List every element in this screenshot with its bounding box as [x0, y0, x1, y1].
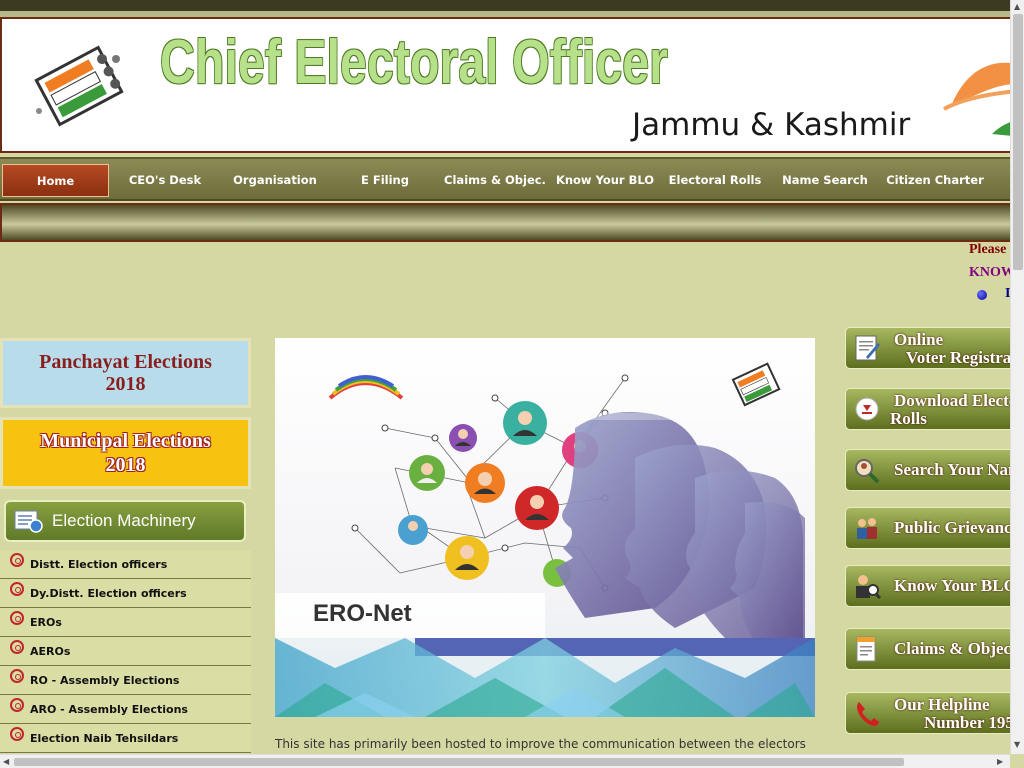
horizontal-scroll-thumb[interactable] [14, 758, 904, 766]
election-machinery-header: Election Machinery [4, 500, 246, 542]
top-strip [0, 0, 1010, 11]
site-title: Chief Electoral Officer [160, 28, 668, 97]
municipal-elections-banner[interactable]: Municipal Elections 2018 [0, 417, 251, 489]
bullet-icon [10, 669, 24, 683]
list-item[interactable]: ARO - Assembly Elections [0, 695, 251, 724]
municipal-banner-year: 2018 [105, 454, 146, 476]
election-machinery-title: Election Machinery [52, 511, 196, 530]
button-label-line2: Rolls [890, 409, 927, 428]
form-pen-icon [855, 335, 880, 361]
site-subtitle: Jammu & Kashmir [632, 107, 911, 143]
nav-home[interactable]: Home [2, 164, 109, 197]
button-label-line2: Number 1950 [924, 713, 1010, 732]
document-search-icon [14, 510, 43, 533]
public-grievances-button[interactable]: Public Grievances [845, 507, 1010, 549]
download-icon [855, 397, 879, 421]
vertical-scrollbar[interactable]: ▲ ▼ [1010, 0, 1024, 754]
site-header: Chief Electoral Officer Jammu & Kashmir [0, 17, 1010, 153]
online-voter-registration-button[interactable]: OnlineVoter Registration [845, 327, 1010, 369]
network-faces-illustration [275, 338, 815, 717]
claims-objections-button[interactable]: Claims & Objections [845, 628, 1010, 670]
bullet-icon [10, 640, 24, 654]
list-item[interactable]: EROs [0, 608, 251, 637]
list-item-label: RO - Assembly Elections [30, 673, 180, 687]
notice-panel: Please KNOW I [969, 242, 1011, 306]
flag-swirl-icon [943, 62, 1010, 136]
people-group-icon [857, 518, 877, 539]
nav-citizen-charter[interactable]: Citizen Charter [881, 164, 989, 197]
panchayat-elections-banner[interactable]: Panchayat Elections 2018 [0, 338, 251, 408]
button-label-line1: Search Your Name [894, 460, 1010, 479]
election-machinery-list: Distt. Election officers Dy.Distt. Elect… [0, 550, 251, 753]
intro-paragraph: This site has primarily been hosted to i… [275, 737, 806, 751]
button-label-line1: Download Electoral [894, 391, 1010, 410]
button-label-line1: Online [894, 330, 944, 349]
list-item[interactable]: Dy.Distt. Election officers [0, 579, 251, 608]
eci-logo-icon [34, 45, 124, 127]
bullet-icon [10, 698, 24, 712]
notice-please-text: Please [969, 242, 1007, 257]
scroll-right-icon[interactable]: ▶ [997, 757, 1003, 766]
button-label-line1: Claims & Objections [894, 639, 1010, 658]
list-item[interactable]: AEROs [0, 637, 251, 666]
nav-claims-objections[interactable]: Claims & Objec. [441, 164, 549, 197]
list-item[interactable]: Election Naib Tehsildars [0, 724, 251, 753]
panchayat-banner-year: 2018 [105, 373, 146, 395]
nav-ceos-desk[interactable]: CEO's Desk [112, 164, 218, 197]
helpline-button[interactable]: Our HelplineNumber 1950 [845, 692, 1010, 734]
list-item-label: EROs [30, 615, 62, 629]
list-item[interactable]: RO - Assembly Elections [0, 666, 251, 695]
search-your-name-button[interactable]: Search Your Name [845, 449, 1010, 491]
list-item-label: AEROs [30, 644, 71, 658]
know-your-blo-button[interactable]: Know Your BLO [845, 565, 1010, 607]
horizontal-scrollbar[interactable]: ◀ ▶ [0, 754, 1010, 768]
phone-icon [857, 702, 879, 726]
hero-caption: ERO-Net [313, 600, 412, 627]
scroll-up-icon[interactable]: ▲ [1014, 2, 1020, 11]
vertical-scroll-thumb[interactable] [1013, 14, 1023, 270]
download-electoral-rolls-button[interactable]: Download ElectoralRolls [845, 388, 1010, 430]
list-item-label: Election Naib Tehsildars [30, 731, 179, 745]
bullet-icon [10, 727, 24, 741]
bullet-icon [10, 582, 24, 596]
nav-organisation[interactable]: Organisation [221, 164, 329, 197]
document-icon [856, 636, 876, 662]
button-label-line1: Know Your BLO [894, 576, 1010, 595]
scroll-left-icon[interactable]: ◀ [3, 757, 9, 766]
ero-net-banner-image: ERO-Net [275, 338, 815, 717]
main-nav: Home CEO's Desk Organisation E Filing Cl… [0, 157, 1010, 201]
button-label-line1: Our Helpline [894, 695, 990, 714]
bullet-icon [10, 553, 24, 567]
left-sidebar: Panchayat Elections 2018 Municipal Elect… [0, 322, 251, 768]
list-item-label: ARO - Assembly Elections [30, 702, 188, 716]
button-label-line1: Public Grievances [894, 518, 1010, 537]
search-people-icon [855, 459, 880, 484]
list-item[interactable]: Distt. Election officers [0, 550, 251, 579]
nav-electoral-rolls[interactable]: Electoral Rolls [661, 164, 769, 197]
bullet-icon [10, 611, 24, 625]
list-item-label: Distt. Election officers [30, 557, 168, 571]
officer-search-icon [856, 575, 882, 600]
right-sidebar: OnlineVoter Registration Download Electo… [840, 322, 1010, 768]
button-label-line2: Voter Registration [906, 348, 1010, 367]
municipal-banner-title: Municipal Elections [40, 430, 211, 452]
notice-know-text: KNOW [969, 265, 1011, 280]
panchayat-banner-title: Panchayat Elections [39, 351, 212, 373]
news-ticker-bar [0, 203, 1010, 242]
bullet-icon [977, 290, 987, 300]
nav-know-your-blo[interactable]: Know Your BLO [551, 164, 659, 197]
nav-e-filing[interactable]: E Filing [332, 164, 438, 197]
list-item-label: Dy.Distt. Election officers [30, 586, 187, 600]
scroll-down-icon[interactable]: ▼ [1014, 740, 1020, 749]
nav-name-search[interactable]: Name Search [771, 164, 879, 197]
